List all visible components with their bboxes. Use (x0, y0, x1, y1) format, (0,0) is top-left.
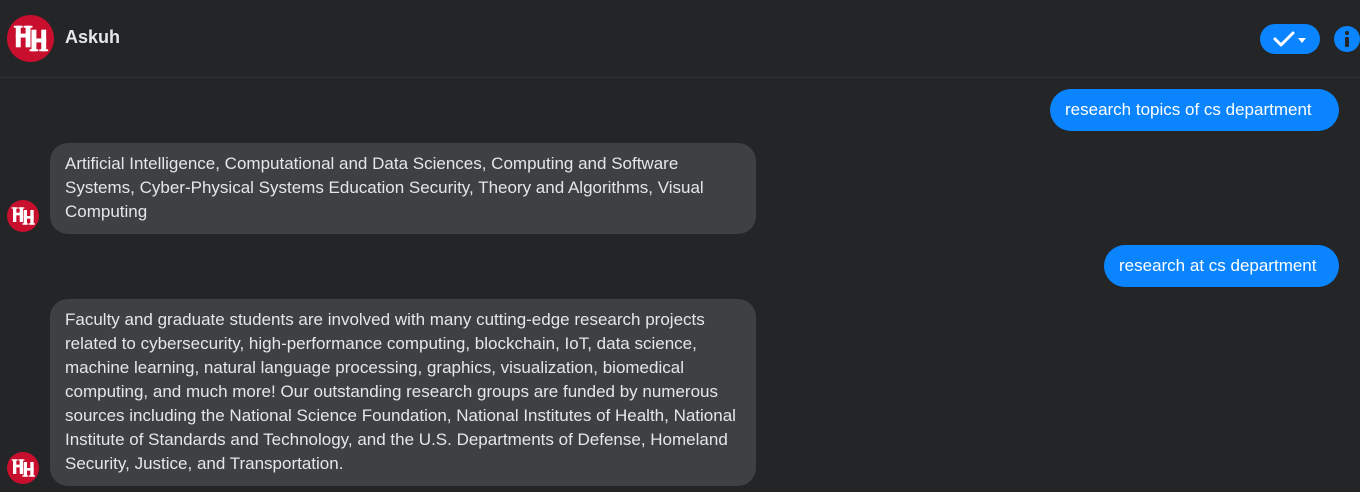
chat-header: Askuh (0, 0, 1360, 78)
info-icon (1334, 26, 1360, 52)
chat-title: Askuh (65, 27, 121, 47)
user-message-bubble: research at cs department (1104, 245, 1339, 287)
bot-message-bubble: Faculty and graduate students are involv… (50, 299, 756, 486)
info-button[interactable] (1334, 26, 1360, 52)
uh-logo-icon (7, 15, 54, 62)
uh-logo-icon (7, 200, 39, 232)
bot-avatar (7, 452, 39, 484)
header-logo (7, 15, 54, 62)
checkmark-dropdown-icon (1273, 31, 1306, 47)
bot-avatar (7, 200, 39, 232)
status-dropdown-button[interactable] (1260, 24, 1320, 54)
uh-logo-icon (7, 452, 39, 484)
chat-window: research topics of cs department Artific… (0, 0, 1360, 492)
user-message-bubble: research topics of cs department (1050, 89, 1339, 131)
bot-message-bubble: Artificial Intelligence, Computational a… (50, 143, 756, 234)
